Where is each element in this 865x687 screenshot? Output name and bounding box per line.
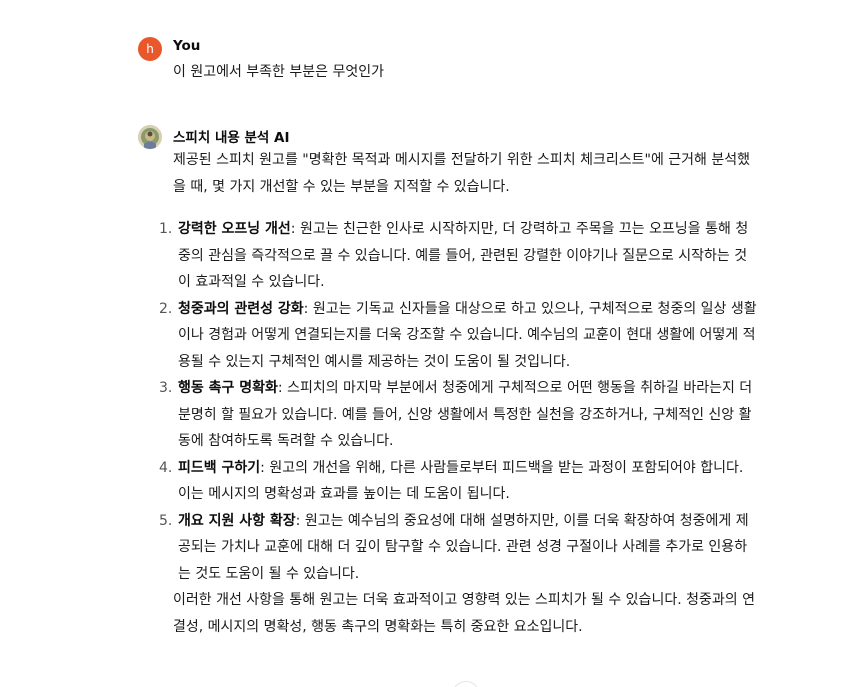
list-item-title: 개요 지원 사항 확장: [178, 512, 296, 529]
scroll-down-button[interactable]: [452, 681, 480, 687]
list-item-number: 1.: [159, 221, 173, 237]
list-item: 4. 피드백 구하기: 원고의 개선을 위해, 다른 사람들로부터 피드백을 받는…: [159, 455, 758, 508]
list-item-title: 청중과의 관련성 강화: [178, 300, 304, 317]
list-item-title: 강력한 오프닝 개선: [178, 221, 291, 237]
list-item-text: : 원고의 개선을 위해, 다른 사람들로부터 피드백을 받는 과정이 포함되어…: [178, 459, 744, 503]
user-avatar: h: [138, 37, 162, 61]
list-item-number: 4.: [159, 459, 173, 476]
list-item-number: 2.: [159, 300, 173, 317]
list-item-title: 행동 촉구 명확화: [178, 380, 278, 396]
chat-page: h You 이 원고에서 부족한 부분은 무엇인가 스피치 내용 분석 AI 제…: [0, 0, 865, 687]
assistant-message-body: 제공된 스피치 원고를 "명확한 목적과 메시지를 전달하기 위한 스피치 체크…: [159, 147, 758, 640]
list-item-number: 5.: [159, 512, 173, 529]
list-item: 1. 강력한 오프닝 개선: 원고는 친근한 인사로 시작하지만, 더 강력하고 …: [159, 216, 758, 296]
list-item-number: 3.: [159, 380, 173, 396]
list-item: 3. 행동 촉구 명확화: 스피치의 마지막 부분에서 청중에게 구체적으로 어떤…: [159, 375, 758, 455]
assistant-closing: 이러한 개선 사항을 통해 원고는 더욱 효과적이고 영향력 있는 스피치가 될…: [173, 592, 755, 635]
assistant-avatar-icon: [138, 125, 162, 149]
improvement-list: 1. 강력한 오프닝 개선: 원고는 친근한 인사로 시작하지만, 더 강력하고 …: [159, 216, 758, 588]
assistant-author-name: 스피치 내용 분석 AI: [173, 130, 290, 146]
assistant-intro: 제공된 스피치 원고를 "명확한 목적과 메시지를 전달하기 위한 스피치 체크…: [173, 152, 751, 195]
user-message-body: 이 원고에서 부족한 부분은 무엇인가: [173, 59, 758, 86]
user-author-name: You: [173, 38, 201, 54]
list-item: 5. 개요 지원 사항 확장: 원고는 예수님의 중요성에 대해 설명하지만, 이…: [159, 508, 758, 588]
list-item-title: 피드백 구하기: [178, 459, 261, 476]
user-message-text: 이 원고에서 부족한 부분은 무엇인가: [173, 64, 384, 80]
list-item: 2. 청중과의 관련성 강화: 원고는 기독교 신자들을 대상으로 하고 있으나,…: [159, 296, 758, 376]
